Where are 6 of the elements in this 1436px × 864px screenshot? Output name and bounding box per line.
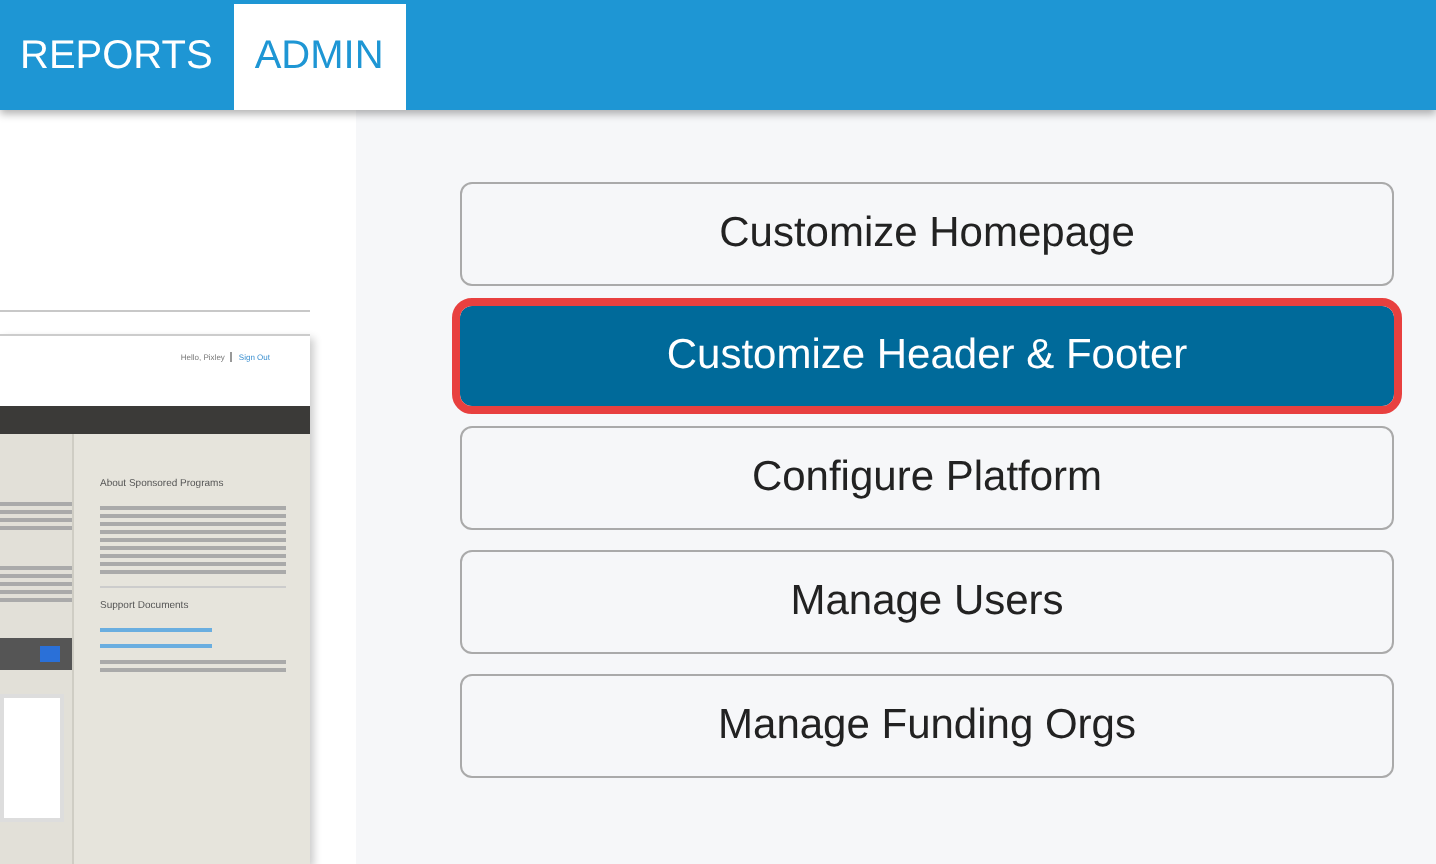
search-button[interactable] [40,646,60,662]
admin-action-button[interactable]: Customize Homepage [460,182,1394,286]
admin-action-button[interactable]: Customize Header & Footer [460,306,1394,406]
admin-action-button[interactable]: Manage Users [460,550,1394,654]
admin-action-button[interactable]: Configure Platform [460,426,1394,530]
admin-action-button[interactable]: Manage Funding Orgs [460,674,1394,778]
